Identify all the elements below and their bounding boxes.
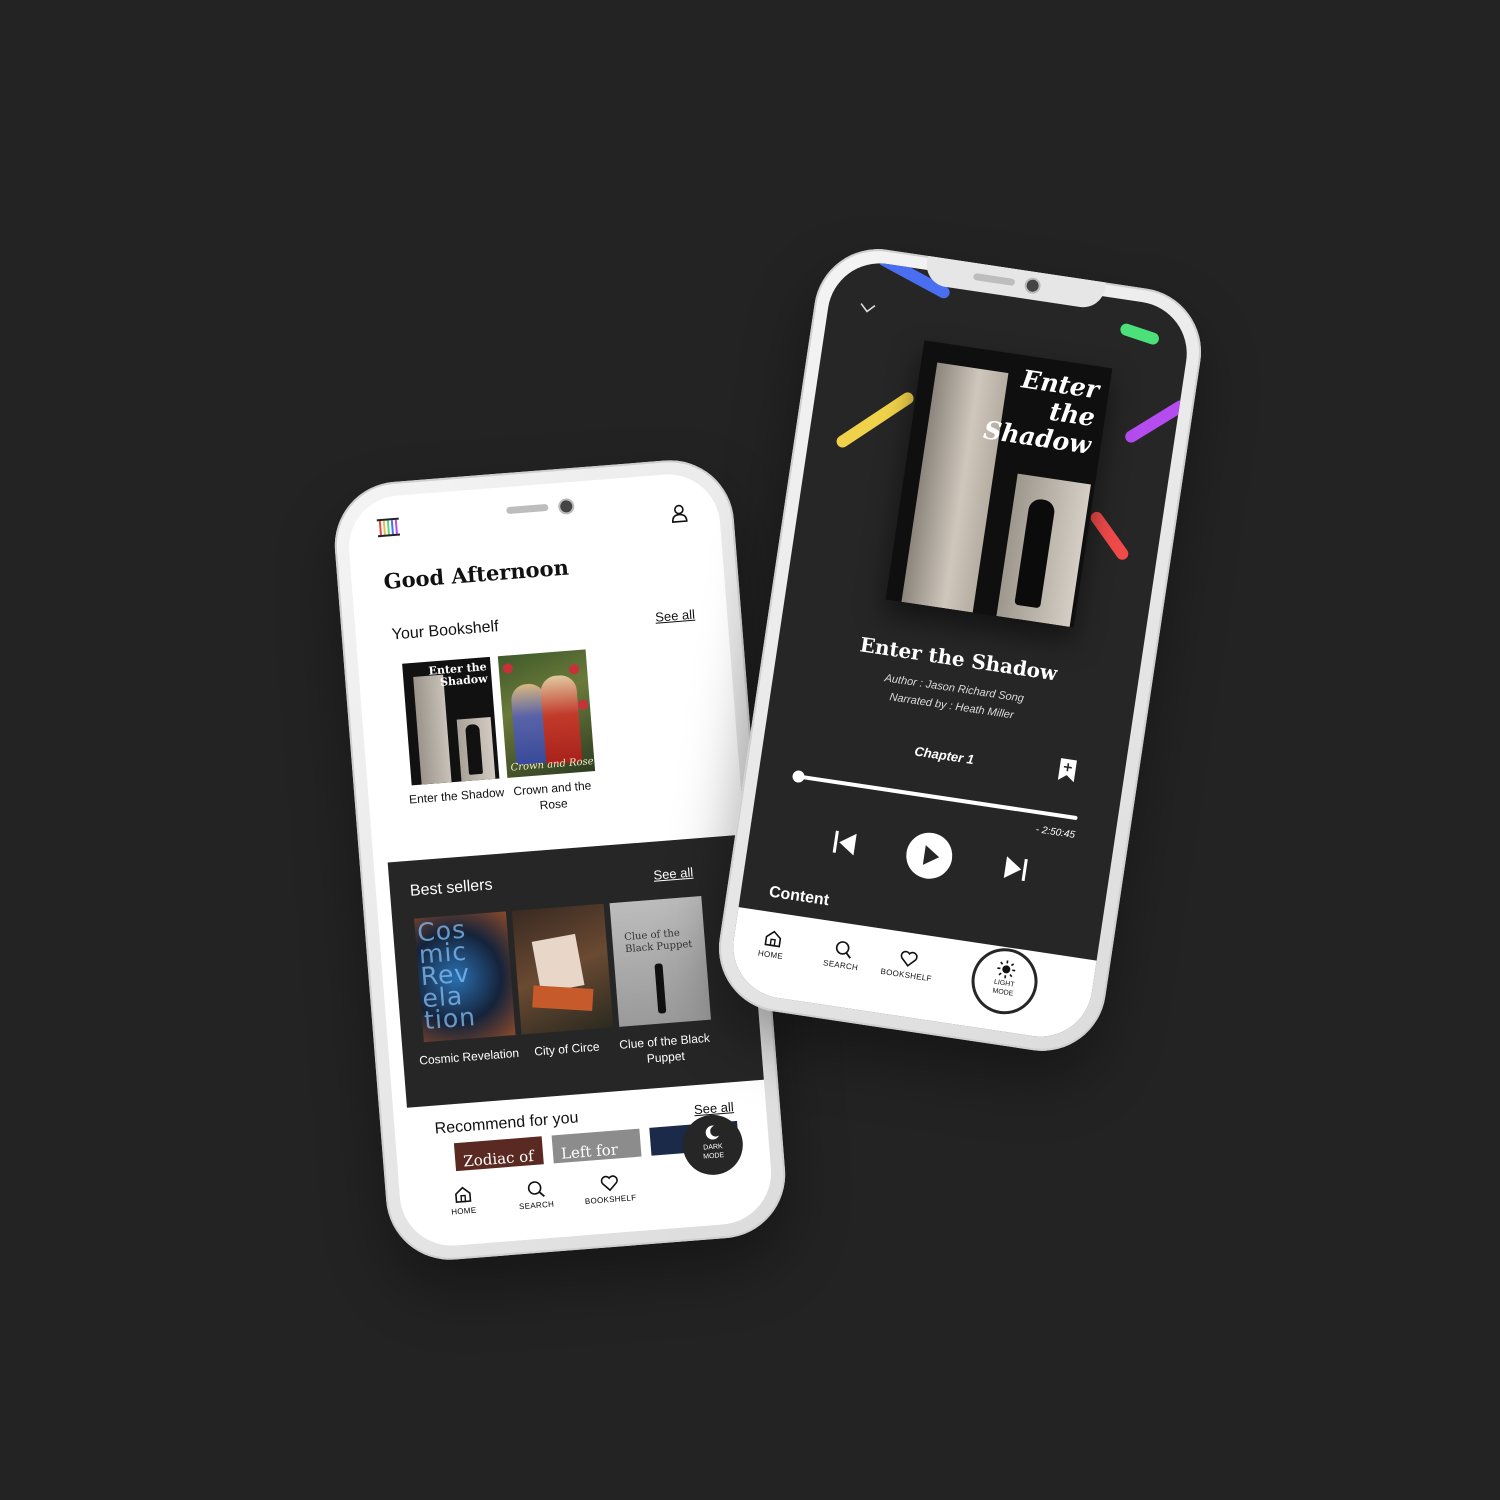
light-mode-toggle[interactable]: LIGHT MODE: [970, 947, 1039, 1016]
book-label: Enter the Shadow: [408, 785, 505, 807]
phone-home: Good Afternoon Your Bookshelf See all En…: [330, 455, 790, 1265]
book-cover: Crown and Rose: [497, 649, 596, 778]
cover-title: Enter the Shadow: [981, 364, 1102, 460]
decor-stripe-yellow: [834, 390, 916, 450]
book-label: Crown and the Rose: [512, 778, 592, 813]
book-cover: Cos mic Rev ela tion: [414, 911, 516, 1043]
play-icon: [922, 845, 940, 865]
best-sellers-see-all-link[interactable]: See all: [653, 865, 694, 883]
time-remaining: - 2:50:45: [1034, 824, 1076, 841]
progress-slider[interactable]: [791, 769, 1078, 821]
tab-label: HOME: [450, 1205, 477, 1217]
bookmark-add-icon[interactable]: [1056, 757, 1078, 788]
tab-label: BOOKSHELF: [584, 1193, 637, 1207]
cover-title: Clue of the Black Puppet: [623, 927, 693, 956]
tab-search[interactable]: SEARCH: [822, 937, 862, 973]
decor-stripe-red: [1088, 509, 1131, 563]
profile-icon[interactable]: [668, 503, 690, 525]
content-section-title[interactable]: Content: [768, 884, 830, 911]
moon-icon: [705, 1125, 720, 1140]
book-label: Cosmic Revelation: [418, 1045, 520, 1068]
home-icon: [764, 930, 781, 948]
notch: [492, 491, 614, 524]
heart-icon: [900, 950, 918, 967]
bookshelf-title: Your Bookshelf: [391, 618, 500, 644]
book-cover: [511, 903, 614, 1035]
tab-home[interactable]: HOME: [449, 1184, 477, 1217]
cover-title: Enter the Shadow: [428, 660, 489, 689]
player-book-cover: Enter the Shadow: [885, 340, 1113, 628]
tab-home[interactable]: HOME: [757, 927, 787, 961]
search-icon: [835, 941, 851, 959]
tab-label: HOME: [757, 948, 784, 962]
mockup-scene: Good Afternoon Your Bookshelf See all En…: [0, 0, 1500, 1500]
camera: [1023, 276, 1042, 295]
book-cover: Clue of the Black Puppet: [609, 896, 711, 1027]
chevron-down-icon[interactable]: [857, 300, 877, 320]
tab-label: SEARCH: [518, 1199, 555, 1212]
speaker: [506, 503, 549, 515]
search-icon: [527, 1181, 545, 1197]
bookshelf-see-all-link[interactable]: See all: [655, 607, 696, 625]
best-sellers-title: Best sellers: [409, 876, 494, 900]
sun-icon: [997, 960, 1016, 979]
tab-bookshelf[interactable]: BOOKSHELF: [880, 945, 936, 983]
heart-icon: [600, 1175, 618, 1192]
skip-back-icon[interactable]: [831, 829, 859, 863]
camera: [557, 497, 575, 516]
cover-title: Cos mic Rev ela tion: [416, 914, 478, 1036]
play-button[interactable]: [903, 829, 956, 882]
tab-label: SEARCH: [822, 958, 859, 973]
skip-forward-icon[interactable]: [1001, 854, 1029, 888]
phone-player: Enter the Shadow Enter the Shadow Author…: [710, 240, 1210, 1060]
home-icon: [454, 1186, 471, 1204]
decor-stripe-green: [1118, 322, 1161, 347]
logo-icon[interactable]: [376, 517, 401, 538]
book-cover: Enter the Shadow: [402, 656, 500, 786]
book-label: City of Circe: [533, 1039, 600, 1059]
progress-knob[interactable]: [791, 769, 806, 784]
tab-search[interactable]: SEARCH: [517, 1178, 555, 1212]
book-label: Clue of the Black Puppet: [618, 1030, 711, 1066]
tab-label: BOOKSHELF: [879, 966, 933, 984]
speaker: [972, 272, 1016, 287]
tab-bookshelf[interactable]: BOOKSHELF: [583, 1171, 637, 1206]
greeting-title: Good Afternoon: [382, 554, 570, 594]
